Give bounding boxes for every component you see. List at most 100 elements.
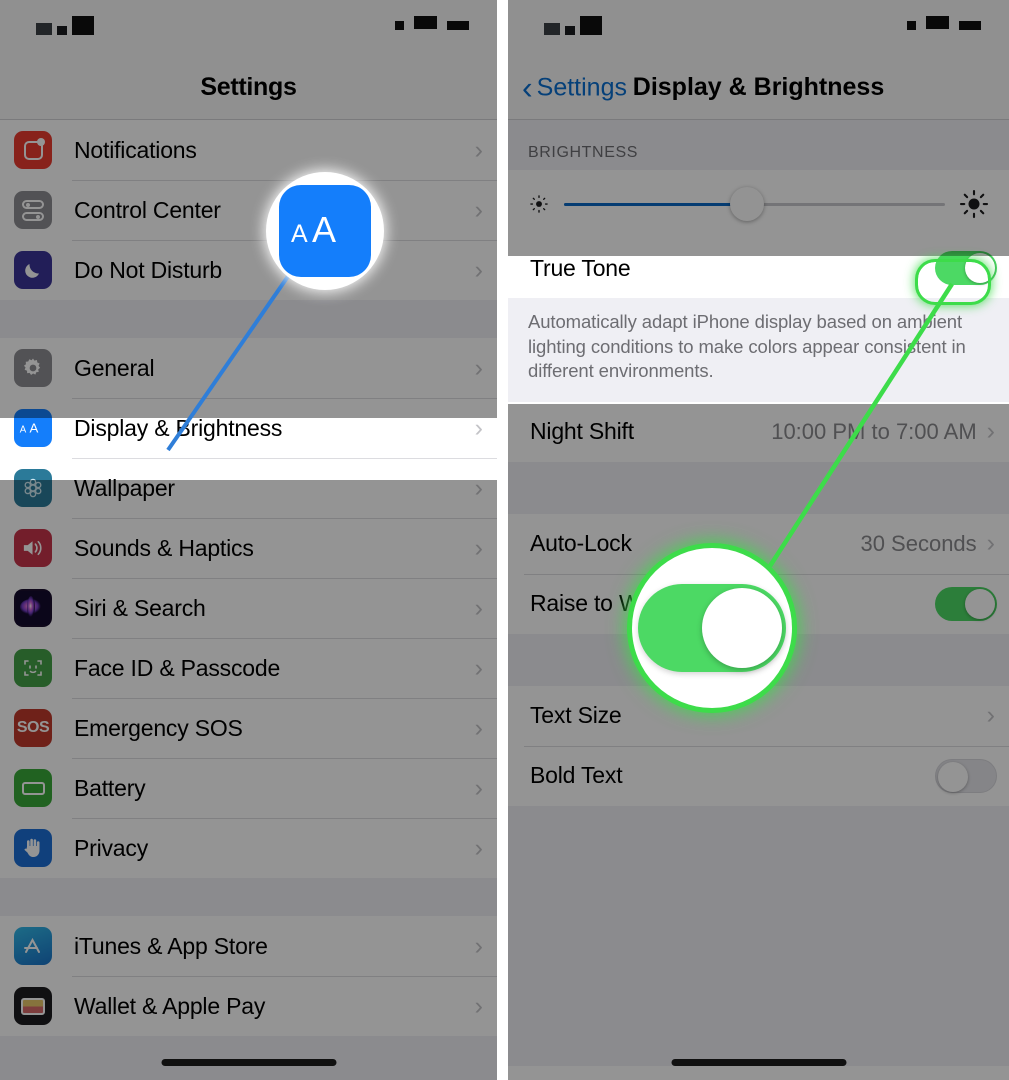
chevron-right-icon: › xyxy=(474,713,483,742)
true-tone-toggle-highlight xyxy=(918,262,988,302)
chevron-right-icon: › xyxy=(474,773,483,802)
page-title: Display & Brightness xyxy=(632,73,885,101)
right-nav-bar: ‹ Settings Display & Brightness xyxy=(508,56,1009,120)
bold-text-label: Bold Text xyxy=(530,762,623,789)
display-brightness-icon: A A xyxy=(279,185,371,277)
notifications-icon xyxy=(14,131,52,169)
do-not-disturb-icon xyxy=(14,251,52,289)
home-indicator xyxy=(671,1059,846,1066)
sidebar-item-label: Face ID & Passcode xyxy=(74,654,281,681)
bold-text-toggle[interactable] xyxy=(935,758,997,793)
privacy-hand-icon xyxy=(14,829,52,867)
chevron-right-icon: › xyxy=(474,931,483,960)
true-tone-toggle-callout[interactable] xyxy=(632,548,792,708)
sidebar-item-itunes-app-store[interactable]: iTunes & App Store › xyxy=(0,916,497,976)
right-phone-display-brightness: ‹ Settings Display & Brightness BRIGHTNE… xyxy=(508,0,1009,1080)
sidebar-item-wallet-apple-pay[interactable]: Wallet & Apple Pay › xyxy=(0,976,497,1036)
status-bar-left-obscured-icons xyxy=(36,16,94,35)
chevron-right-icon: › xyxy=(986,529,995,558)
sidebar-item-notifications[interactable]: Notifications › xyxy=(0,120,497,180)
back-button-label: Settings xyxy=(536,73,627,101)
back-button[interactable]: ‹ Settings xyxy=(522,69,627,106)
left-nav-bar: Settings xyxy=(0,56,497,120)
settings-group-1: Notifications › Control Center › Do Not … xyxy=(0,120,497,300)
sidebar-item-privacy[interactable]: Privacy › xyxy=(0,818,497,878)
sidebar-item-label: Battery xyxy=(74,774,146,801)
home-indicator xyxy=(161,1059,336,1066)
auto-lock-value: 30 Seconds xyxy=(860,530,977,556)
raise-to-wake-toggle[interactable] xyxy=(935,586,997,621)
sidebar-item-label: Siri & Search xyxy=(74,594,206,621)
status-bar-right-obscured-icons xyxy=(395,16,469,35)
bold-text-row[interactable]: Bold Text xyxy=(508,745,1009,806)
sidebar-item-sounds-haptics[interactable]: Sounds & Haptics › xyxy=(0,518,497,578)
brightness-high-icon xyxy=(959,189,989,219)
chevron-right-icon: › xyxy=(474,991,483,1020)
brightness-slider-fill xyxy=(564,202,747,206)
brightness-section-header: BRIGHTNESS xyxy=(508,120,1009,170)
brightness-slider-row[interactable] xyxy=(508,170,1009,238)
sidebar-item-general[interactable]: General › xyxy=(0,338,497,398)
night-shift-row[interactable]: Night Shift 10:00 PM to 7:00 AM › xyxy=(508,401,1009,462)
wallet-icon xyxy=(14,987,52,1025)
general-gear-icon xyxy=(14,349,52,387)
wallpaper-icon xyxy=(14,469,52,507)
panel-gap xyxy=(497,0,508,1080)
text-group: Text Size › Bold Text xyxy=(508,685,1009,806)
svg-text:A: A xyxy=(20,424,27,435)
chevron-left-icon: ‹ xyxy=(522,69,533,106)
sidebar-item-control-center[interactable]: Control Center › xyxy=(0,180,497,240)
settings-group-3: iTunes & App Store › Wallet & Apple Pay … xyxy=(0,916,497,1036)
svg-text:A: A xyxy=(312,211,336,250)
status-bar-right-obscured-icons xyxy=(907,16,981,35)
group-separator xyxy=(0,878,497,916)
sidebar-item-face-id-passcode[interactable]: Face ID & Passcode › xyxy=(0,638,497,698)
svg-text:A: A xyxy=(29,420,38,435)
control-center-icon xyxy=(14,191,52,229)
true-tone-label: True Tone xyxy=(530,254,631,281)
siri-search-icon xyxy=(14,589,52,627)
status-bar-left-obscured-icons xyxy=(544,16,602,35)
night-shift-label: Night Shift xyxy=(530,418,634,445)
brightness-slider-track[interactable] xyxy=(564,187,945,221)
brightness-slider-knob[interactable] xyxy=(729,187,764,221)
sidebar-item-label: Do Not Disturb xyxy=(74,256,223,283)
display-brightness-icon: AA xyxy=(14,409,52,447)
sidebar-item-label: General xyxy=(74,354,155,381)
display-brightness-icon-callout[interactable]: A A xyxy=(270,176,380,286)
page-title: Settings xyxy=(200,73,297,101)
sidebar-item-wallpaper[interactable]: Wallpaper › xyxy=(0,458,497,518)
chevron-right-icon: › xyxy=(474,593,483,622)
chevron-right-icon: › xyxy=(474,135,483,164)
text-size-label: Text Size xyxy=(530,702,622,729)
sidebar-item-emergency-sos[interactable]: SOS Emergency SOS › xyxy=(0,698,497,758)
chevron-right-icon: › xyxy=(474,473,483,502)
sidebar-item-display-brightness[interactable]: AA Display & Brightness › xyxy=(0,398,497,458)
night-shift-group: Night Shift 10:00 PM to 7:00 AM › xyxy=(508,401,1009,462)
chevron-right-icon: › xyxy=(474,353,483,382)
left-phone-settings-list: Settings Notifications › Control Center xyxy=(0,0,497,1080)
sidebar-item-label: Display & Brightness xyxy=(74,414,283,441)
sidebar-item-battery[interactable]: Battery › xyxy=(0,758,497,818)
sidebar-item-label: Wallet & Apple Pay xyxy=(74,992,266,1019)
settings-group-2: General › AA Display & Brightness › Wall… xyxy=(0,338,497,878)
toggle-on-icon[interactable] xyxy=(638,584,786,672)
battery-icon xyxy=(14,769,52,807)
emergency-sos-icon: SOS xyxy=(14,709,52,747)
night-shift-value: 10:00 PM to 7:00 AM xyxy=(771,418,977,444)
chevron-right-icon: › xyxy=(986,417,995,446)
face-id-icon xyxy=(14,649,52,687)
chevron-right-icon: › xyxy=(474,533,483,562)
text-size-row[interactable]: Text Size › xyxy=(508,685,1009,746)
sidebar-item-label: Sounds & Haptics xyxy=(74,534,254,561)
sidebar-item-do-not-disturb[interactable]: Do Not Disturb › xyxy=(0,240,497,300)
sidebar-item-siri-search[interactable]: Siri & Search › xyxy=(0,578,497,638)
emergency-sos-icon-label: SOS xyxy=(16,719,50,736)
screenshot-root: Settings Notifications › Control Center xyxy=(0,0,1009,1080)
left-status-bar xyxy=(0,0,497,56)
sidebar-item-label: Wallpaper xyxy=(74,474,175,501)
chevron-right-icon: › xyxy=(986,701,995,730)
settings-scroll-view[interactable]: Notifications › Control Center › Do Not … xyxy=(0,120,497,1080)
sidebar-item-label: Notifications xyxy=(74,136,197,163)
chevron-right-icon: › xyxy=(474,833,483,862)
